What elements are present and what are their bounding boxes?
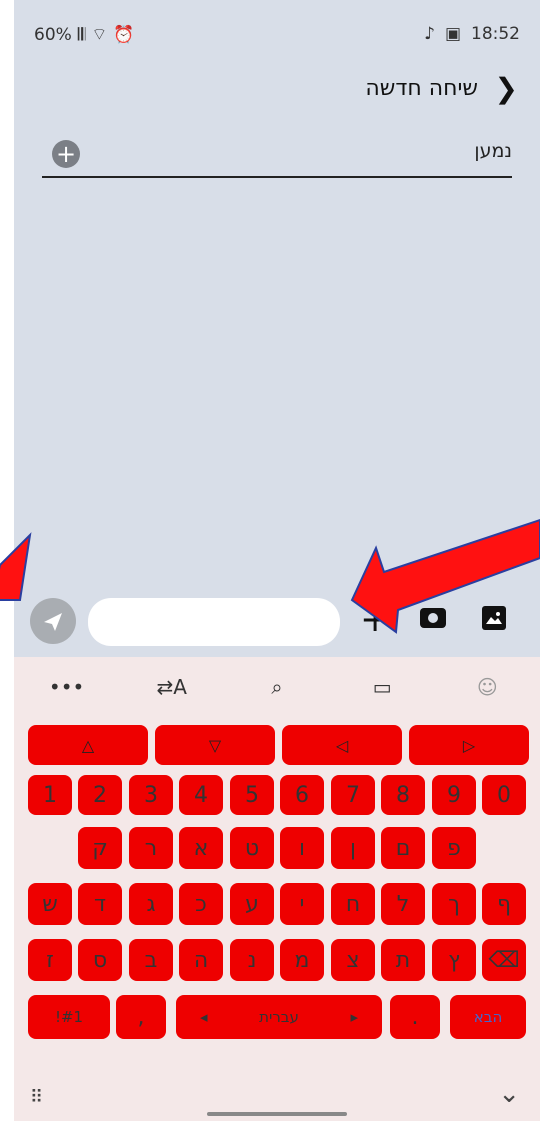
key-letter[interactable]: צ: [331, 939, 375, 981]
backspace-key[interactable]: ⌫: [482, 939, 526, 981]
key-8[interactable]: 8: [381, 775, 425, 815]
key-letter[interactable]: נ: [230, 939, 274, 981]
send-button[interactable]: [30, 598, 76, 644]
alarm-icon: ⏰: [113, 24, 135, 45]
period-key[interactable]: .: [390, 995, 440, 1039]
key-letter[interactable]: א: [179, 827, 223, 869]
key-letter[interactable]: ע: [230, 883, 274, 925]
back-chevron-icon[interactable]: ❯: [495, 72, 518, 105]
key-7[interactable]: 7: [331, 775, 375, 815]
cursor-left-icon: ◂: [200, 1008, 208, 1026]
clock: 18:52: [471, 24, 520, 44]
page-title: שיחה חדשה: [365, 76, 478, 101]
home-indicator: [207, 1112, 347, 1116]
status-left: 60% 𝄃𝄃 ⌔ ⏰: [34, 24, 135, 46]
comma-key[interactable]: ,: [116, 995, 166, 1039]
key-letter[interactable]: ם: [381, 827, 425, 869]
gallery-notification-icon: ▣: [444, 24, 461, 44]
key-arrow-down[interactable]: ▽: [155, 725, 275, 765]
key-letter[interactable]: ט: [230, 827, 274, 869]
attach-plus-icon[interactable]: +: [360, 600, 390, 640]
key-5[interactable]: 5: [230, 775, 274, 815]
key-letter[interactable]: י: [280, 883, 324, 925]
key-letter[interactable]: ז: [28, 939, 72, 981]
battery-level: 60%: [34, 24, 72, 45]
key-letter[interactable]: ן: [331, 827, 375, 869]
language-label: עברית: [259, 1008, 299, 1026]
keyboard-toolbar: ••• ⇄A ⌕ ▭ ☺: [14, 667, 540, 707]
music-icon: ♪: [424, 24, 435, 44]
key-6[interactable]: 6: [280, 775, 324, 815]
key-2[interactable]: 2: [78, 775, 122, 815]
gallery-icon[interactable]: [482, 606, 506, 630]
signal-icon: 𝄃𝄃: [77, 24, 86, 45]
more-options-icon[interactable]: •••: [47, 675, 87, 699]
status-bar: 60% 𝄃𝄃 ⌔ ⏰ ♪ ▣ 18:52: [14, 0, 540, 72]
key-letter[interactable]: ל: [381, 883, 425, 925]
key-letter[interactable]: ד: [78, 883, 122, 925]
key-4[interactable]: 4: [179, 775, 223, 815]
key-letter[interactable]: ה: [179, 939, 223, 981]
enter-key[interactable]: הבא: [450, 995, 526, 1039]
key-letter[interactable]: מ: [280, 939, 324, 981]
key-letter[interactable]: ת: [381, 939, 425, 981]
add-contact-icon[interactable]: +: [52, 140, 80, 168]
symbols-key[interactable]: !#1: [28, 995, 110, 1039]
key-letter[interactable]: ב: [129, 939, 173, 981]
key-arrow-up[interactable]: △: [28, 725, 148, 765]
key-0[interactable]: 0: [482, 775, 526, 815]
key-arrow-left[interactable]: ◁: [282, 725, 402, 765]
recipient-field[interactable]: נמען +: [42, 134, 512, 178]
key-letter[interactable]: ך: [432, 883, 476, 925]
recipient-label: נמען: [474, 140, 512, 162]
wifi-icon: ⌔: [91, 25, 108, 45]
header: שיחה חדשה ❯: [14, 70, 540, 110]
key-letter[interactable]: כ: [179, 883, 223, 925]
key-letter[interactable]: ו: [280, 827, 324, 869]
clipboard-icon[interactable]: ▭: [362, 675, 402, 699]
send-icon: [44, 613, 62, 631]
key-9[interactable]: 9: [432, 775, 476, 815]
screen: 60% 𝄃𝄃 ⌔ ⏰ ♪ ▣ 18:52 שיחה חדשה ❯ נמען +: [14, 0, 540, 1121]
message-input[interactable]: [88, 598, 340, 646]
key-letter[interactable]: ר: [129, 827, 173, 869]
key-3[interactable]: 3: [129, 775, 173, 815]
key-letter[interactable]: ק: [78, 827, 122, 869]
key-letter[interactable]: ף: [482, 883, 526, 925]
key-letter[interactable]: פ: [432, 827, 476, 869]
key-1[interactable]: 1: [28, 775, 72, 815]
key-letter[interactable]: ס: [78, 939, 122, 981]
key-letter[interactable]: ץ: [432, 939, 476, 981]
compose-row: +: [14, 592, 540, 652]
key-letter[interactable]: ג: [129, 883, 173, 925]
keyboard: ••• ⇄A ⌕ ▭ ☺ △ ▽ ◁ ▷ 1 2 3 4 5 6 7 8 9 0…: [14, 657, 540, 1121]
status-right: ♪ ▣ 18:52: [424, 24, 520, 44]
key-letter[interactable]: ש: [28, 883, 72, 925]
translate-icon[interactable]: ⇄A: [152, 675, 192, 699]
conversation-area: 60% 𝄃𝄃 ⌔ ⏰ ♪ ▣ 18:52 שיחה חדשה ❯ נמען +: [14, 0, 540, 657]
search-icon[interactable]: ⌕: [257, 675, 297, 699]
key-letter[interactable]: ח: [331, 883, 375, 925]
backspace-icon: ⌫: [488, 947, 520, 973]
collapse-keyboard-icon[interactable]: ⌄: [498, 1079, 520, 1109]
cursor-right-icon: ▸: [350, 1008, 358, 1026]
key-arrow-right[interactable]: ▷: [409, 725, 529, 765]
keyboard-grid-icon[interactable]: ⠿: [30, 1087, 43, 1108]
space-key[interactable]: ◂ עברית ▸: [176, 995, 382, 1039]
emoji-icon[interactable]: ☺: [467, 675, 507, 699]
keyboard-footer: ⠿ ⌄: [14, 1067, 540, 1121]
camera-icon[interactable]: [420, 608, 446, 628]
